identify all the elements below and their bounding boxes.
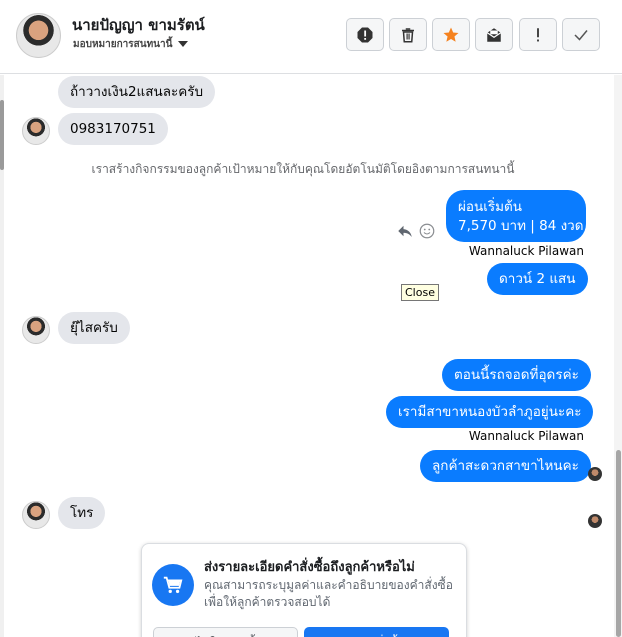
incoming-message[interactable]: ยุ๊ไสครับ — [58, 312, 130, 344]
assign-label: มอบหมายการสนทนานี้ — [73, 39, 173, 50]
contact-avatar-small — [22, 117, 50, 145]
order-prompt-description: คุณสามารถระบุมูลค่าและคำอธิบายของคำสั่งซ… — [204, 578, 453, 609]
sender-name: Wannaluck Pilawan — [468, 429, 584, 443]
contact-avatar-small — [22, 501, 50, 529]
outgoing-message[interactable]: ลูกค้าสะดวกสาขาไหนคะ — [420, 450, 591, 482]
order-prompt-title: ส่งรายละเอียดคำสั่งซื้อถึงลูกค้าหรือไม่ — [204, 560, 415, 575]
sender-name: Wannaluck Pilawan — [468, 244, 584, 258]
assign-conversation-dropdown[interactable]: มอบหมายการสนทนานี้ — [73, 37, 189, 52]
seen-indicator-icon — [588, 467, 602, 481]
conversation-header: นายปัญญา ขามรัตน์ มอบหมายการสนทนานี้ — [0, 0, 622, 74]
star-button[interactable] — [432, 18, 470, 51]
message-scrollbar-thumb[interactable] — [616, 450, 621, 637]
check-icon — [574, 29, 588, 41]
close-tooltip: Close — [401, 284, 439, 301]
mark-unread-button[interactable] — [475, 18, 513, 51]
caret-down-icon — [178, 41, 189, 47]
reply-icon[interactable] — [396, 222, 414, 240]
inbox-conversation: นายปัญญา ขามรัตน์ มอบหมายการสนทนานี้ ถ้า… — [0, 0, 622, 637]
contact-name[interactable]: นายปัญญา ขามรัตน์ — [72, 13, 205, 37]
outgoing-message-line: 7,570 บาท | 84 งวด — [458, 218, 584, 234]
mark-unread-icon — [486, 27, 502, 42]
send-order-button[interactable]: ส่งคำสั่งซื้อ — [304, 627, 449, 637]
follow-up-button[interactable] — [519, 18, 557, 51]
contact-avatar-small — [22, 316, 50, 344]
not-now-button[interactable]: ไม่ใช่ตอนนี้ — [153, 627, 298, 637]
outgoing-message[interactable]: ดาวน์ 2 แสน — [487, 263, 588, 295]
contact-avatar[interactable] — [16, 13, 61, 58]
star-icon — [443, 27, 459, 42]
report-button[interactable] — [346, 18, 384, 51]
incoming-message[interactable]: โทร — [58, 497, 106, 529]
incoming-message[interactable]: 0983170751 — [58, 113, 168, 145]
shopping-cart-icon — [152, 564, 194, 606]
order-details-prompt: ส่งรายละเอียดคำสั่งซื้อถึงลูกค้าหรือไม่ … — [141, 543, 467, 637]
exclamation-icon — [537, 27, 539, 41]
trash-icon — [402, 27, 414, 42]
incoming-message[interactable]: ถ้าวางเงิน2แสนละครับ — [58, 76, 216, 108]
outgoing-message-line: ผ่อนเริ่มต้น — [458, 199, 523, 215]
read-receipt-avatar — [588, 514, 602, 528]
outgoing-message[interactable]: ตอนนี้รถจอดที่อุดรค่ะ — [442, 359, 591, 391]
outgoing-message[interactable]: ผ่อนเริ่มต้น 7,570 บาท | 84 งวด — [446, 190, 586, 242]
mark-done-button[interactable] — [562, 18, 600, 51]
emoji-react-icon[interactable] — [418, 222, 436, 240]
report-icon — [357, 27, 373, 42]
delete-button[interactable] — [389, 18, 427, 51]
system-note: เราสร้างกิจกรรมของลูกค้าเป้าหมายให้กับคุ… — [91, 162, 515, 176]
message-actions — [396, 222, 436, 240]
outgoing-message[interactable]: เรามีสาขาหนองบัวลำภูอยู่นะคะ — [386, 396, 594, 428]
